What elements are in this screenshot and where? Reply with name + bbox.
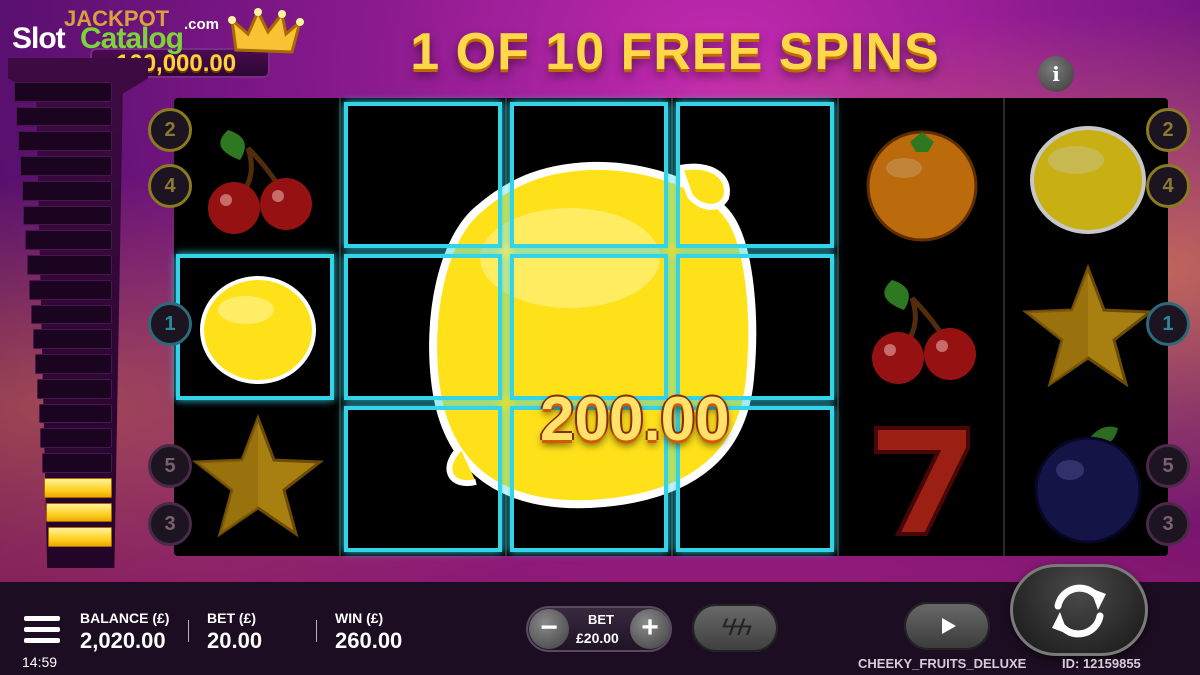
win-amount: 200.00 xyxy=(540,385,730,454)
watermark-slot: Slot xyxy=(12,22,66,55)
autoplay-button[interactable] xyxy=(904,602,990,650)
reel-divider xyxy=(837,98,839,556)
free-spins-title: 1 OF 10 FREE SPINS xyxy=(410,23,940,81)
payline-right-badge: 4 xyxy=(1146,164,1190,208)
spin-icon xyxy=(1052,584,1106,638)
balance-value: 2,020.00 xyxy=(80,628,166,653)
winning-cell-highlight xyxy=(510,254,668,400)
reel-divider xyxy=(339,98,341,556)
payline-left-badge: 1 xyxy=(148,302,192,346)
ladder-rung-lit xyxy=(48,527,112,547)
clock: 14:59 xyxy=(22,654,58,670)
seven-symbol xyxy=(852,408,992,548)
win-label: WIN (£) xyxy=(335,610,384,626)
orange-symbol xyxy=(852,108,992,248)
ladder-rung xyxy=(21,180,112,201)
reel-divider xyxy=(1003,98,1005,556)
win-value: 260.00 xyxy=(335,628,403,653)
payline-left-badge: 3 xyxy=(148,502,192,546)
star-symbol xyxy=(1018,258,1158,398)
watermark-catalog: Catalog xyxy=(80,22,184,55)
ladder-rung xyxy=(15,106,112,127)
payline-right-badge: 1 xyxy=(1146,302,1190,346)
cherry-symbol xyxy=(852,258,992,398)
ladder-rung xyxy=(14,82,112,102)
ladder-rung xyxy=(17,131,112,152)
payline-right-badge: 2 xyxy=(1146,108,1190,152)
play-icon xyxy=(942,618,956,634)
ladder-rung-lit xyxy=(46,502,112,523)
bet-increase-button[interactable]: + xyxy=(630,609,670,649)
game-id: ID: 12159855 xyxy=(1062,656,1141,671)
lemon-symbol xyxy=(1018,108,1158,248)
game-name: CHEEKY_FRUITS_DELUXE xyxy=(858,656,1027,671)
winning-cell-highlight xyxy=(676,102,834,248)
divider xyxy=(188,620,189,642)
payline-right-badge: 5 xyxy=(1146,444,1190,488)
ladder-rung xyxy=(25,230,112,251)
winning-cell-highlight xyxy=(344,406,502,552)
winning-cell-highlight xyxy=(676,254,834,400)
star-symbol xyxy=(188,408,328,548)
ladder-rung xyxy=(19,156,112,176)
progress-ladder xyxy=(8,58,148,568)
ladder-rung xyxy=(36,378,112,399)
ladder-rung-lit xyxy=(44,477,112,498)
winning-cell-highlight xyxy=(510,102,668,248)
bet-control-label: BET xyxy=(588,612,614,627)
payline-left-badge: 4 xyxy=(148,164,192,208)
ladder-rung xyxy=(29,279,112,300)
menu-icon[interactable] xyxy=(24,616,60,646)
ladder-rung xyxy=(23,205,112,226)
ladder-rung xyxy=(27,255,112,275)
watermark-logo: Slot Catalog .com xyxy=(12,10,222,60)
turbo-button[interactable]: ϟϟϟ xyxy=(692,604,778,652)
payline-left-badge: 5 xyxy=(148,444,192,488)
ladder-rung xyxy=(38,403,112,424)
crown-icon xyxy=(228,8,304,54)
divider xyxy=(316,620,317,642)
watermark-com: .com xyxy=(184,16,220,33)
bet-label: BET (£) xyxy=(207,610,256,626)
winning-cell-highlight xyxy=(176,254,334,400)
ladder-rung xyxy=(32,329,112,350)
bet-decrease-button[interactable]: − xyxy=(529,609,569,649)
turbo-icon: ϟϟϟ xyxy=(721,614,752,641)
ladder-rung xyxy=(34,354,112,374)
bet-control-value: £20.00 xyxy=(576,630,619,646)
plum-symbol xyxy=(1018,408,1158,548)
cherry-symbol xyxy=(188,108,328,248)
winning-cell-highlight xyxy=(344,102,502,248)
ladder-rung xyxy=(40,428,112,449)
info-button[interactable]: i xyxy=(1038,56,1074,92)
payline-right-badge: 3 xyxy=(1146,502,1190,546)
ladder-rung xyxy=(42,453,112,473)
balance-label: BALANCE (£) xyxy=(80,610,170,626)
bet-value: 20.00 xyxy=(207,628,263,653)
winning-cell-highlight xyxy=(344,254,502,400)
spin-button[interactable] xyxy=(1010,564,1148,656)
ladder-rung xyxy=(31,304,112,325)
payline-left-badge: 2 xyxy=(148,108,192,152)
